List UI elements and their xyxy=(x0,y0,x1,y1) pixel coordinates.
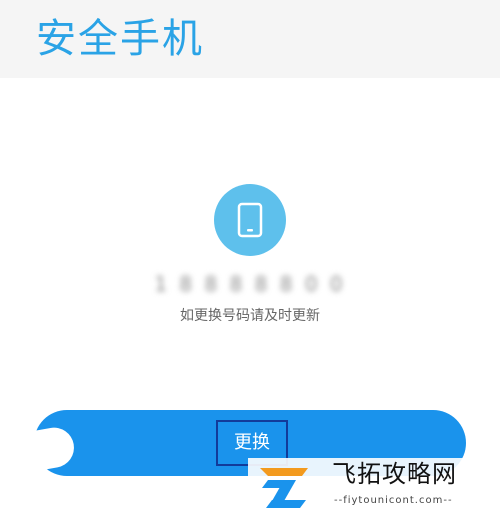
watermark: 飞拓攻略网 --fiytounicont.com-- xyxy=(248,458,500,514)
page-title: 安全手机 xyxy=(36,16,204,62)
phone-icon xyxy=(214,184,286,256)
watermark-title: 飞拓攻略网 xyxy=(332,460,457,488)
app-header: 安全手机 xyxy=(0,0,500,78)
update-hint: 如更换号码请及时更新 xyxy=(180,308,320,324)
watermark-domain: --fiytounicont.com-- xyxy=(334,495,453,506)
phone-number: 1 8 8 8 8 8 0 0 xyxy=(154,272,346,296)
watermark-logo-icon xyxy=(260,468,308,508)
